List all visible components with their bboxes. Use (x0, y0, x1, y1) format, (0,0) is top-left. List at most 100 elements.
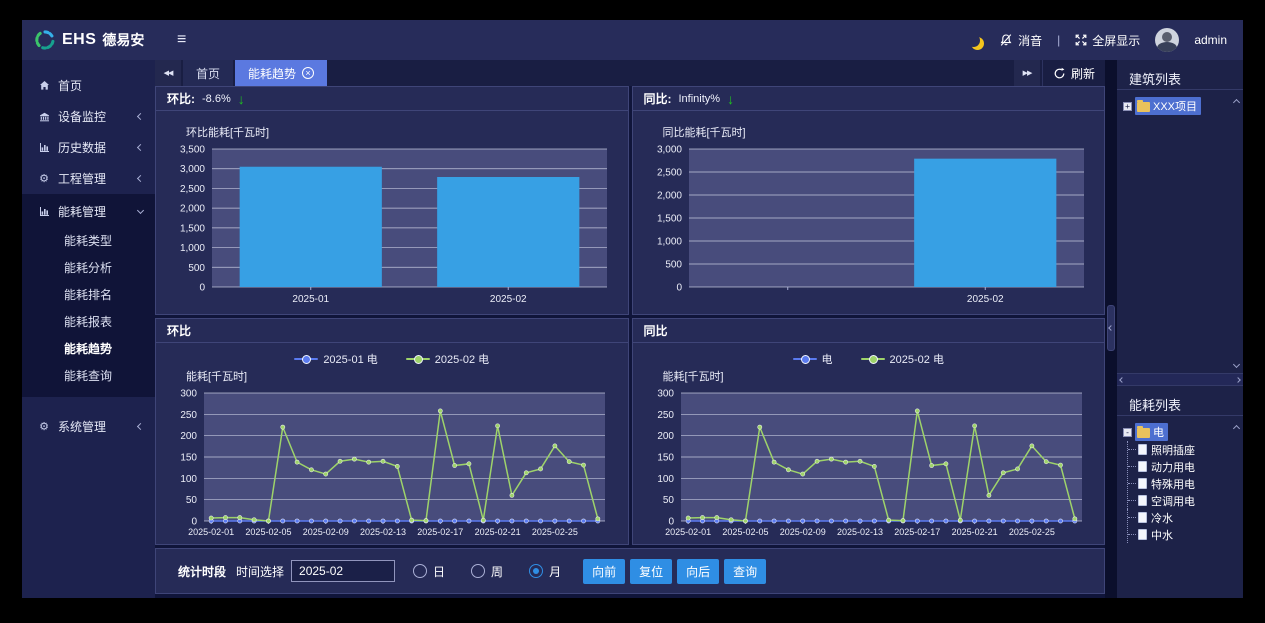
sidebar-subitem-energy-type[interactable]: 能耗类型 (22, 227, 155, 254)
device-monitor-icon (38, 111, 50, 123)
radio-circle-selected-icon[interactable] (529, 564, 543, 578)
sidebar-item-device-monitor[interactable]: 设备监控 (22, 101, 155, 132)
forward-button[interactable]: 向前 (583, 559, 625, 584)
query-button[interactable]: 查询 (724, 559, 766, 584)
svg-text:1,000: 1,000 (656, 237, 681, 248)
sidebar-subitem-energy-ranking[interactable]: 能耗排名 (22, 281, 155, 308)
legend-label: 2025-02 电 (890, 351, 944, 367)
tree-node-special[interactable]: 特殊用电 (1128, 475, 1231, 492)
tree-node-project[interactable]: + XXX项目 (1123, 97, 1231, 115)
fullscreen-arrows-icon (1075, 34, 1087, 46)
panel-splitter (1105, 60, 1117, 598)
building-tree: + XXX项目 (1117, 90, 1243, 373)
backward-button[interactable]: 向后 (677, 559, 719, 584)
hamburger-menu-icon[interactable]: ≡ (177, 31, 186, 49)
user-avatar[interactable] (1155, 28, 1179, 52)
sidebar-item-system-manage[interactable]: ⚙ 系统管理 (22, 411, 155, 442)
sidebar-subitem-energy-query[interactable]: 能耗查询 (22, 362, 155, 389)
scroll-right-icon[interactable] (1235, 377, 1241, 383)
svg-text:2025-02-01: 2025-02-01 (188, 527, 234, 537)
legend-item[interactable]: 2025-02 电 (861, 351, 944, 367)
tree-node-lighting[interactable]: 照明插座 (1128, 441, 1231, 458)
tree-node-label: 中水 (1151, 527, 1173, 543)
tree-node-electricity[interactable]: - 电 (1123, 423, 1231, 441)
reset-button[interactable]: 复位 (630, 559, 672, 584)
radio-week[interactable]: 周 (471, 563, 503, 580)
yoy-line-legend: 电 2025-02 电 (633, 352, 1105, 366)
file-icon (1138, 444, 1147, 455)
svg-text:100: 100 (180, 474, 197, 485)
decrease-arrow-icon: ↓ (727, 92, 734, 106)
topbar-actions: 消音 | 全屏显示 admin (967, 28, 1243, 52)
sidebar-item-history-data[interactable]: 历史数据 (22, 132, 155, 163)
legend-item[interactable]: 2025-02 电 (406, 351, 489, 367)
mom-summary-value: -8.6% (202, 93, 231, 105)
sidebar-item-label: 首页 (58, 77, 143, 94)
sidebar-subitem-energy-analysis[interactable]: 能耗分析 (22, 254, 155, 281)
dark-mode-moon-icon[interactable] (967, 34, 980, 47)
sidebar-subitem-energy-report[interactable]: 能耗报表 (22, 308, 155, 335)
panel-mom-bar: 环比: -8.6% ↓ 环比能耗[千瓦时] 05001,0001,5002,00… (155, 86, 629, 315)
sidebar-item-label: 工程管理 (58, 170, 130, 187)
svg-text:2025-02-13: 2025-02-13 (360, 527, 406, 537)
logo-ring-icon (34, 29, 56, 51)
scroll-left-icon[interactable] (1119, 377, 1125, 383)
svg-text:2025-01: 2025-01 (292, 294, 329, 305)
svg-text:300: 300 (180, 389, 197, 400)
sidebar-item-project-manage[interactable]: ⚙ 工程管理 (22, 163, 155, 194)
history-data-icon (38, 142, 50, 154)
svg-text:2025-02-17: 2025-02-17 (894, 527, 940, 537)
tab-label: 能耗趋势 (248, 65, 296, 82)
selected-tree-node[interactable]: 电 (1135, 423, 1168, 441)
mom-summary-label: 环比: (167, 90, 195, 107)
mom-line-legend: 2025-01 电 2025-02 电 (156, 352, 628, 366)
file-icon (1138, 495, 1147, 506)
refresh-button[interactable]: 刷新 (1042, 60, 1105, 86)
legend-item[interactable]: 2025-01 电 (294, 351, 377, 367)
tab-close-icon[interactable]: × (302, 67, 314, 79)
sidebar-item-home[interactable]: 首页 (22, 70, 155, 101)
tabs-scroll-left-button[interactable]: ◀◀ (155, 60, 181, 86)
fullscreen-label: 全屏显示 (1092, 32, 1140, 49)
tab-home[interactable]: 首页 (183, 60, 233, 86)
svg-text:150: 150 (180, 453, 197, 464)
dashboard-content: 环比: -8.6% ↓ 环比能耗[千瓦时] 05001,0001,5002,00… (155, 86, 1105, 598)
tab-energy-trend[interactable]: 能耗趋势 × (235, 60, 327, 86)
panel-yoy-line: 同比 电2025-02 电 能耗[千瓦时] 050100150200250300… (632, 318, 1106, 545)
mom-line-title: 环比 (167, 322, 191, 339)
mute-button[interactable]: 消音 (999, 32, 1042, 49)
scroll-up-icon[interactable] (1233, 425, 1240, 432)
folder-icon (1137, 102, 1150, 112)
radio-month-label: 月 (549, 563, 561, 580)
tabs-scroll-right-button[interactable]: ▶▶ (1014, 60, 1040, 86)
splitter-collapse-handle[interactable] (1107, 305, 1115, 351)
energy-tree: - 电 照明插座 动力用电 特殊用电 空调用电 冷水 中水 (1117, 416, 1243, 598)
radio-month[interactable]: 月 (529, 563, 561, 580)
radio-circle-icon[interactable] (413, 564, 427, 578)
chevron-left-icon (137, 423, 144, 430)
scroll-up-icon[interactable] (1233, 99, 1240, 106)
scroll-down-icon[interactable] (1233, 361, 1240, 368)
expand-icon[interactable]: + (1123, 102, 1132, 111)
logo-brand-text: 德易安 (102, 30, 144, 50)
fullscreen-button[interactable]: 全屏显示 (1075, 32, 1140, 49)
tree-node-power[interactable]: 动力用电 (1128, 458, 1231, 475)
time-select-input[interactable] (291, 560, 395, 582)
username: admin (1194, 33, 1227, 47)
collapse-icon[interactable]: - (1123, 428, 1132, 437)
tree-node-reclaimed-water[interactable]: 中水 (1128, 526, 1231, 543)
sidebar-item-label: 系统管理 (58, 418, 130, 435)
tree-node-cold-water[interactable]: 冷水 (1128, 509, 1231, 526)
radio-day-label: 日 (433, 563, 445, 580)
tree-node-hvac[interactable]: 空调用电 (1128, 492, 1231, 509)
selected-tree-node[interactable]: XXX项目 (1135, 97, 1201, 115)
radio-day[interactable]: 日 (413, 563, 445, 580)
decrease-arrow-icon: ↓ (238, 92, 245, 106)
radio-circle-icon[interactable] (471, 564, 485, 578)
sidebar-subitem-energy-trend[interactable]: 能耗趋势 (22, 335, 155, 362)
horizontal-scrollbar[interactable] (1117, 373, 1243, 386)
legend-item[interactable]: 电 (793, 351, 833, 367)
svg-text:2,000: 2,000 (180, 204, 205, 215)
sidebar-item-energy-manage[interactable]: 能耗管理 (22, 196, 155, 227)
main-area: ◀◀ 首页 能耗趋势 × ▶▶ 刷新 (155, 60, 1105, 598)
